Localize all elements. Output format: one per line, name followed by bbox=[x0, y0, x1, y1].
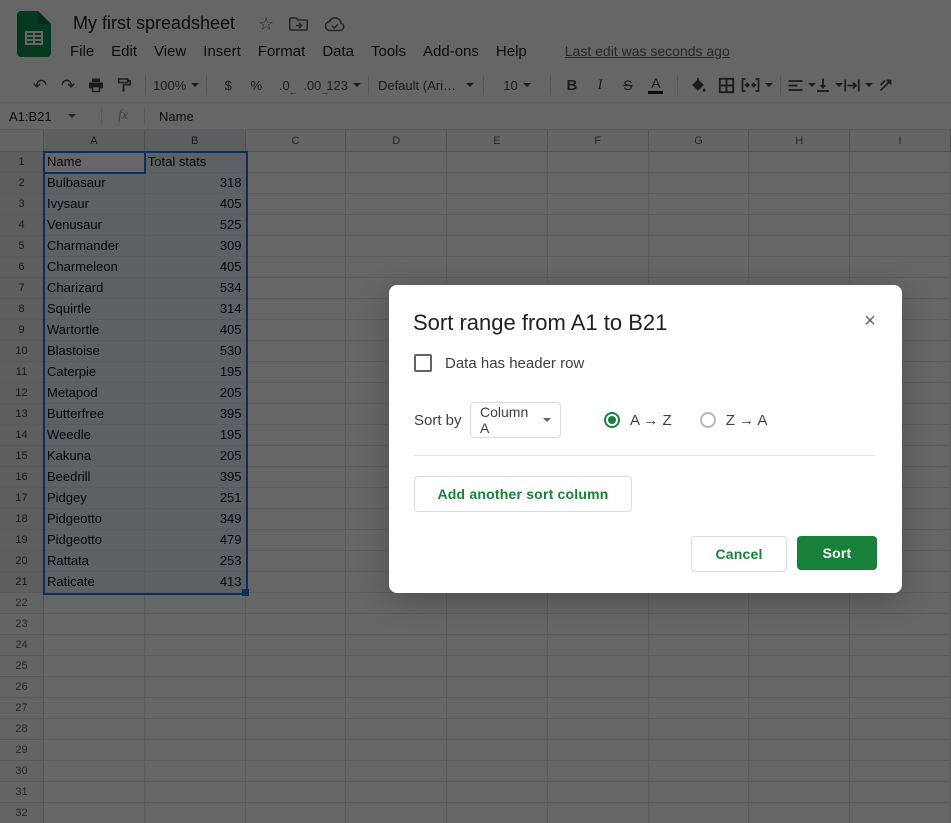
radio-unselected-icon bbox=[699, 412, 716, 428]
header-row-label: Data has header row bbox=[445, 354, 585, 372]
ascending-label: A → Z bbox=[630, 411, 672, 429]
header-row-checkbox[interactable] bbox=[414, 354, 432, 372]
sort-criteria-row: Sort by Column A A → Z Z → A bbox=[414, 402, 767, 438]
close-icon[interactable]: × bbox=[860, 311, 880, 331]
cancel-button[interactable]: Cancel bbox=[691, 536, 787, 572]
add-sort-column-button[interactable]: Add another sort column bbox=[414, 476, 632, 512]
sort-column-select[interactable]: Column A bbox=[470, 402, 561, 438]
sort-ascending-option[interactable]: A → Z bbox=[604, 412, 672, 429]
google-sheets-app: My first spreadsheet ☆ File Edit View In… bbox=[0, 0, 951, 823]
dialog-title: Sort range from A1 to B21 bbox=[413, 310, 668, 335]
radio-selected-icon bbox=[604, 412, 620, 428]
sort-by-label: Sort by bbox=[414, 411, 462, 429]
sort-order-options: A → Z Z → A bbox=[604, 412, 767, 429]
header-row-option[interactable]: Data has header row bbox=[414, 354, 584, 372]
chevron-down-icon bbox=[543, 418, 551, 422]
sort-column-value: Column A bbox=[480, 404, 529, 436]
sort-descending-option[interactable]: Z → A bbox=[699, 411, 768, 429]
sort-range-dialog: Sort range from A1 to B21 × Data has hea… bbox=[389, 285, 902, 593]
descending-label: Z → A bbox=[725, 411, 768, 429]
sort-button[interactable]: Sort bbox=[797, 536, 877, 570]
dialog-divider bbox=[414, 455, 875, 456]
